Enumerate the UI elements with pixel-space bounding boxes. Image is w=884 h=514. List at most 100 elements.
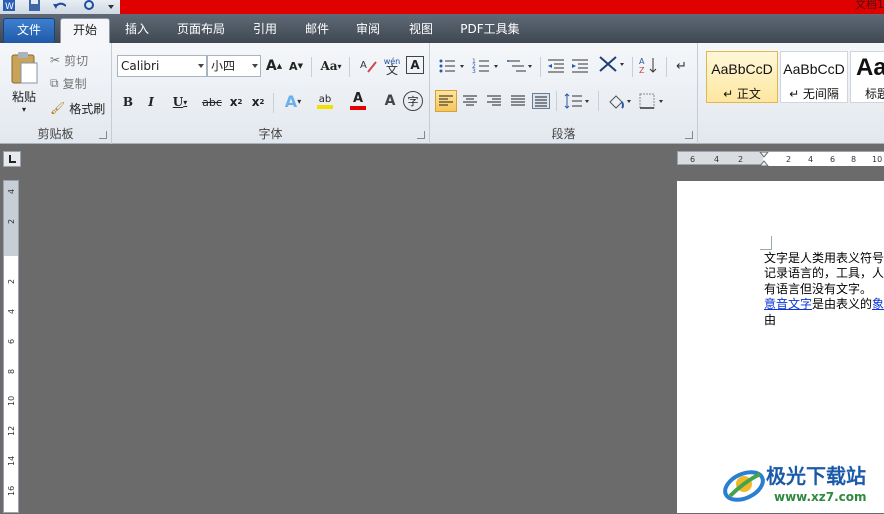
font-name-combo[interactable]: Calibri (117, 55, 207, 77)
pinyin-guide-button[interactable]: wén 文 (381, 55, 403, 77)
shrink-font-button[interactable]: A ▼ (287, 57, 305, 75)
doc-line: 意音文字是由表义的象 (764, 297, 884, 312)
tab-mailings[interactable]: 邮件 (296, 18, 338, 43)
subscript-button[interactable]: x2 (227, 93, 245, 111)
multilevel-list-icon[interactable] (506, 57, 536, 75)
format-painter-label: 格式刷 (69, 101, 106, 116)
doc-text: 是由表义的 (812, 297, 873, 312)
bold-button[interactable]: B (120, 93, 136, 111)
svg-text:W: W (5, 2, 14, 12)
justify-icon[interactable] (510, 94, 526, 108)
tab-selector[interactable] (3, 151, 21, 167)
style-heading[interactable]: Aa 标题 (850, 51, 884, 103)
shrink-font-icon: A (289, 59, 298, 73)
superscript-icon: x (251, 95, 260, 109)
shading-icon[interactable] (606, 92, 634, 110)
line-spacing-icon[interactable] (564, 92, 592, 110)
font-size-combo[interactable]: 小四 (207, 55, 261, 77)
save-icon[interactable] (28, 0, 42, 12)
vertical-ruler[interactable]: 4 2 2 4 6 8 10 12 14 16 (3, 180, 19, 513)
font-size-dropdown-icon[interactable] (252, 64, 258, 68)
align-center-icon[interactable] (462, 94, 478, 108)
svg-text:2: 2 (786, 155, 791, 164)
tab-references[interactable]: 引用 (244, 18, 286, 43)
font-name-dropdown-icon[interactable] (198, 64, 204, 68)
cut-button[interactable]: ✂ 剪切 (50, 51, 88, 69)
watermark-logo-icon (723, 470, 765, 502)
chinese-layout-icon[interactable] (598, 55, 628, 75)
tab-page-layout[interactable]: 页面布局 (168, 18, 234, 43)
paste-button[interactable]: 粘贴 ▾ (4, 47, 44, 117)
style-no-spacing[interactable]: AaBbCcD ↵ 无间隔 (780, 51, 848, 103)
format-painter-button[interactable]: 🖌 格式刷 (50, 99, 105, 117)
highlighter-icon: ab (318, 93, 332, 105)
show-formatting-marks-icon[interactable]: ↵ (674, 55, 690, 75)
bullets-icon[interactable] (438, 57, 468, 75)
undo-icon[interactable] (52, 0, 66, 12)
superscript-button[interactable]: x2 (249, 93, 267, 111)
decrease-indent-icon[interactable] (546, 57, 566, 75)
word-logo-icon[interactable]: W (2, 0, 16, 12)
paragraph-group-label: 段落 (551, 127, 576, 141)
font-separator (349, 57, 350, 77)
horizontal-ruler[interactable]: 6 4 2 2 4 6 8 10 (677, 151, 884, 167)
sort-icon[interactable]: AZ (638, 55, 660, 75)
paragraph-separator (556, 91, 557, 111)
highlight-button[interactable]: ab (309, 91, 341, 111)
svg-text:12: 12 (7, 426, 16, 436)
underline-button[interactable]: U ▾ (167, 93, 193, 111)
highlight-color-bar (317, 104, 333, 109)
font-separator (273, 93, 274, 113)
doc-link[interactable]: 意音文字 (764, 297, 812, 311)
clipboard-launcher-icon[interactable] (99, 131, 107, 139)
svg-text:Z: Z (639, 66, 645, 75)
change-case-button[interactable]: Aa ▾ (317, 57, 345, 75)
paintbrush-icon: 🖌 (50, 101, 66, 115)
doc-link[interactable]: 象 (872, 297, 884, 311)
copy-icon: ⧉ (50, 75, 59, 90)
text-effects-button[interactable]: A ▾ (280, 91, 306, 111)
enclose-characters-button[interactable]: 字 (403, 91, 423, 111)
tab-pdf-tools[interactable]: PDF工具集 (452, 18, 528, 43)
character-shading-button[interactable]: A (380, 91, 400, 111)
font-color-button[interactable]: A (343, 91, 373, 111)
clear-formatting-button[interactable]: A (357, 55, 379, 77)
copy-button[interactable]: ⧉ 复制 (50, 74, 87, 92)
grow-font-button[interactable]: A ▲ (265, 57, 283, 75)
document-body[interactable]: 文字是人类用表义符号记 记录语言的，工具，人类 有语言但没有文字。 意音文字是由… (764, 251, 884, 328)
numbering-icon[interactable]: 123 (472, 57, 502, 75)
clear-formatting-icon: A (360, 60, 377, 73)
pinyin-icon: 文 (385, 63, 398, 77)
style-normal[interactable]: AaBbCcD ↵ 正文 (706, 51, 778, 103)
paragraph-separator (540, 57, 541, 77)
svg-text:4: 4 (7, 309, 16, 314)
paste-icon (11, 51, 38, 83)
document-title: 文档1 (855, 0, 884, 11)
doc-line: 文字是人类用表义符号记 (764, 251, 884, 265)
borders-icon[interactable] (638, 92, 666, 110)
tab-insert[interactable]: 插入 (115, 18, 159, 43)
italic-button[interactable]: I (143, 93, 159, 111)
font-launcher-icon[interactable] (417, 131, 425, 139)
tab-home[interactable]: 开始 (60, 18, 110, 43)
font-separator (311, 57, 312, 77)
paste-dropdown-icon: ▾ (21, 104, 26, 114)
tab-view[interactable]: 视图 (399, 18, 443, 43)
increase-indent-icon[interactable] (570, 57, 590, 75)
tab-review[interactable]: 审阅 (347, 18, 389, 43)
paragraph-launcher-icon[interactable] (685, 131, 693, 139)
align-right-icon[interactable] (486, 94, 502, 108)
redo-icon[interactable] (82, 0, 96, 12)
cut-label: 剪切 (64, 53, 89, 68)
distributed-icon[interactable] (532, 93, 550, 109)
vertical-ruler-ticks: 4 2 2 4 6 8 10 12 14 16 (7, 189, 16, 496)
tab-file[interactable]: 文件 (3, 18, 55, 43)
qat-dropdown-icon[interactable] (106, 0, 120, 12)
svg-text:8: 8 (851, 155, 856, 164)
align-left-button[interactable] (435, 90, 457, 112)
title-bar-background (120, 0, 884, 14)
svg-text:4: 4 (808, 155, 813, 164)
watermark-title: 极光下载站 (766, 464, 866, 488)
character-border-button[interactable]: A (406, 56, 424, 74)
strikethrough-button[interactable]: abc (200, 93, 224, 111)
